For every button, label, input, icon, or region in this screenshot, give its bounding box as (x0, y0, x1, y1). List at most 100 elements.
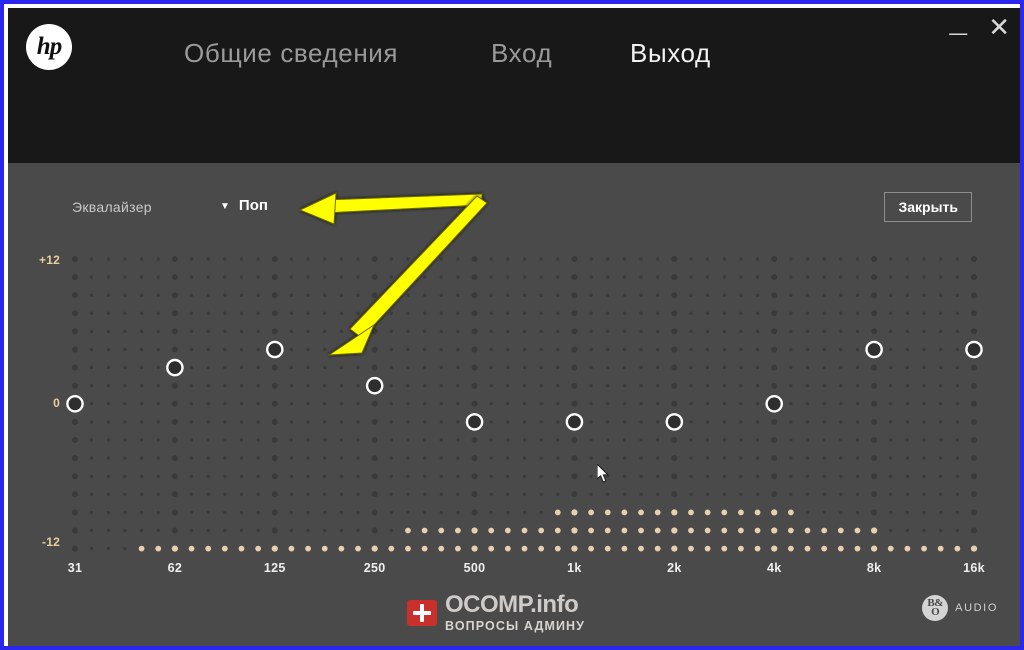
tab-output[interactable]: Выход (630, 38, 711, 69)
grid-dot (571, 382, 578, 389)
meter-dot (954, 545, 961, 552)
grid-dot (406, 474, 410, 478)
grid-dot (389, 510, 394, 515)
meter-dot (638, 509, 644, 516)
grid-dot (289, 293, 294, 297)
grid-dot (755, 293, 760, 297)
grid-dot (922, 384, 926, 388)
grid-dot (339, 329, 344, 334)
meter-dot (771, 545, 778, 552)
grid-dot (805, 384, 810, 388)
grid-dot (971, 491, 977, 498)
grid-dot (556, 492, 560, 496)
band-handle[interactable] (665, 413, 684, 431)
grid-dot (389, 456, 394, 460)
tab-input[interactable]: Вход (491, 38, 552, 69)
grid-dot (439, 347, 443, 352)
grid-dot (556, 311, 560, 315)
band-handle[interactable] (965, 340, 983, 359)
grid-dot (223, 365, 227, 370)
grid-dot (356, 384, 360, 388)
grid-dot (589, 311, 593, 315)
x-axis-label: 8k (866, 561, 882, 575)
grid-dot (705, 365, 710, 370)
grid-dot (705, 275, 710, 279)
minimize-icon[interactable]: — (948, 22, 968, 44)
grid-dot (422, 293, 427, 297)
grid-dot (389, 492, 394, 496)
band-handle[interactable] (765, 394, 784, 413)
grid-dot (389, 438, 394, 442)
grid-dot (323, 293, 327, 297)
grid-dot (289, 402, 294, 406)
grid-dot (256, 257, 260, 261)
grid-dot (206, 474, 210, 478)
grid-dot (123, 474, 127, 478)
grid-dot (606, 492, 610, 496)
grid-dot (739, 329, 743, 334)
grid-dot (156, 347, 160, 352)
meter-dot (455, 527, 461, 534)
grid-dot (371, 364, 378, 371)
grid-dot (839, 510, 843, 515)
grid-dot (89, 528, 94, 533)
grid-dot (522, 420, 527, 424)
grid-dot (371, 509, 378, 516)
grid-dot (506, 438, 510, 442)
tab-overview[interactable]: Общие сведения (184, 38, 398, 69)
grid-dot (871, 382, 878, 389)
grid-dot (705, 257, 710, 261)
meter-dot (188, 545, 195, 552)
band-handle[interactable] (465, 413, 484, 431)
grid-dot (705, 311, 710, 315)
preset-dropdown[interactable]: ▼ Поп (220, 197, 268, 214)
grid-dot (156, 420, 160, 424)
band-handle[interactable] (365, 376, 384, 395)
band-handle[interactable] (265, 340, 284, 359)
grid-dot (655, 474, 660, 478)
grid-dot (256, 420, 260, 424)
grid-dot (206, 311, 210, 315)
grid-dot (771, 418, 778, 425)
grid-dot (471, 274, 478, 281)
grid-dot (123, 420, 127, 424)
grid-dot (506, 384, 510, 388)
grid-dot (339, 438, 344, 442)
grid-dot (456, 492, 460, 496)
grid-dot (406, 420, 410, 424)
grid-dot (771, 364, 778, 371)
grid-dot (655, 275, 660, 279)
band-handle[interactable] (865, 340, 883, 359)
grid-dot (955, 257, 960, 261)
grid-dot (106, 329, 110, 334)
close-icon[interactable]: ✕ (988, 15, 1010, 41)
grid-dot (422, 420, 427, 424)
grid-dot (639, 384, 643, 388)
grid-dot (422, 402, 427, 406)
grid-dot (606, 420, 610, 424)
grid-dot (689, 347, 693, 352)
meter-dot (704, 545, 711, 552)
band-handle[interactable] (66, 394, 84, 413)
meter-dot (671, 527, 678, 534)
grid-dot (123, 402, 127, 406)
grid-dot (156, 528, 160, 533)
grid-dot (456, 474, 460, 478)
close-button[interactable]: Закрыть (884, 192, 972, 222)
grid-dot (406, 384, 410, 388)
grid-dot (705, 456, 710, 460)
grid-dot (805, 311, 810, 315)
grid-dot (123, 347, 127, 352)
meter-dot (654, 545, 661, 552)
grid-dot (789, 420, 793, 424)
meter-dot (937, 545, 944, 552)
grid-dot (939, 474, 943, 478)
band-handle[interactable] (166, 358, 184, 377)
band-handle[interactable] (565, 413, 584, 431)
grid-dot (622, 275, 627, 279)
grid-dot (971, 328, 977, 335)
equalizer-graph[interactable] (44, 244, 1004, 564)
grid-dot (971, 292, 977, 299)
grid-dot (339, 347, 344, 352)
grid-dot (323, 257, 327, 261)
